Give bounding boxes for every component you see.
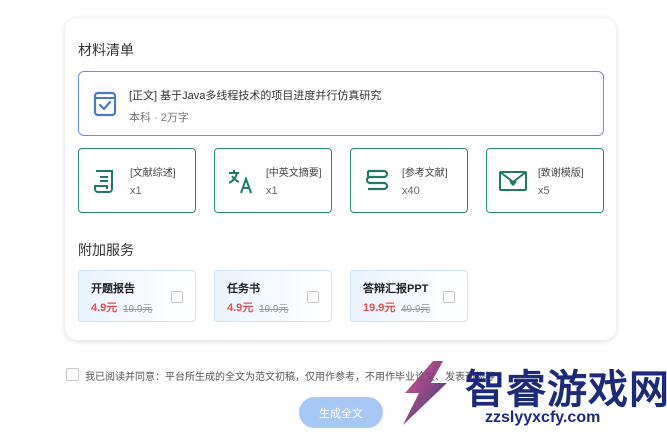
bookmark-list-icon — [365, 169, 389, 191]
main-document-title: [正文] 基于Java多线程技术的项目进度并行仿真研究 — [129, 90, 382, 102]
service-name: 开题报告 — [91, 283, 135, 295]
watermark: 智睿游戏网 zzslyyxcfy.com — [385, 345, 667, 438]
document-check-icon — [93, 91, 117, 117]
watermark-title: 智睿游戏网 — [465, 367, 667, 413]
service-checkbox[interactable] — [171, 291, 183, 303]
material-count: x5 — [538, 185, 550, 197]
main-document-subtitle: 本科 · 2万字 — [129, 112, 189, 124]
service-price: 4.9元 — [227, 302, 254, 314]
service-checkbox[interactable] — [443, 291, 455, 303]
material-label: [中英文摘要] — [266, 168, 322, 179]
service-original-price: 49.9元 — [401, 304, 431, 315]
material-label: [文献综述] — [130, 168, 176, 179]
agreement-checkbox[interactable] — [66, 368, 79, 381]
materials-card: 材料清单 [正文] 基于Java多线程技术的项目进度并行仿真研究 本科 · 2万… — [65, 18, 616, 340]
material-item-literature-review[interactable]: [文献综述] x1 — [78, 148, 196, 213]
materials-title: 材料清单 — [78, 42, 134, 58]
service-price: 19.9元 — [363, 302, 396, 314]
generate-fulltext-button[interactable]: 生成全文 — [299, 397, 383, 428]
service-checkbox[interactable] — [307, 291, 319, 303]
services-title: 附加服务 — [78, 242, 134, 258]
service-item-proposal[interactable]: 开题报告 4.9元 19.9元 — [78, 270, 196, 322]
service-name: 答辩汇报PPT — [363, 283, 429, 295]
material-count: x1 — [130, 185, 142, 197]
material-count: x1 — [266, 185, 278, 197]
service-original-price: 19.9元 — [259, 304, 289, 315]
scroll-document-icon — [94, 170, 113, 193]
service-item-defense-ppt[interactable]: 答辩汇报PPT 19.9元 49.9元 — [350, 270, 468, 322]
material-item-references[interactable]: [参考文献] x40 — [350, 148, 468, 213]
material-label: [致谢模版] — [538, 168, 584, 179]
material-count: x40 — [402, 185, 420, 197]
translate-icon — [228, 170, 252, 194]
main-document-item[interactable]: [正文] 基于Java多线程技术的项目进度并行仿真研究 本科 · 2万字 — [78, 71, 604, 136]
watermark-url: zzslyyxcfy.com — [485, 409, 601, 426]
material-item-acknowledgement[interactable]: [致谢模版] x5 — [486, 148, 604, 213]
service-price: 4.9元 — [91, 302, 118, 314]
service-item-task-book[interactable]: 任务书 4.9元 19.9元 — [214, 270, 332, 322]
envelope-heart-icon — [499, 171, 527, 191]
service-original-price: 19.9元 — [123, 304, 153, 315]
material-item-abstract[interactable]: [中英文摘要] x1 — [214, 148, 332, 213]
material-label: [参考文献] — [402, 168, 448, 179]
watermark-logo-icon — [403, 361, 447, 425]
service-name: 任务书 — [227, 283, 260, 295]
